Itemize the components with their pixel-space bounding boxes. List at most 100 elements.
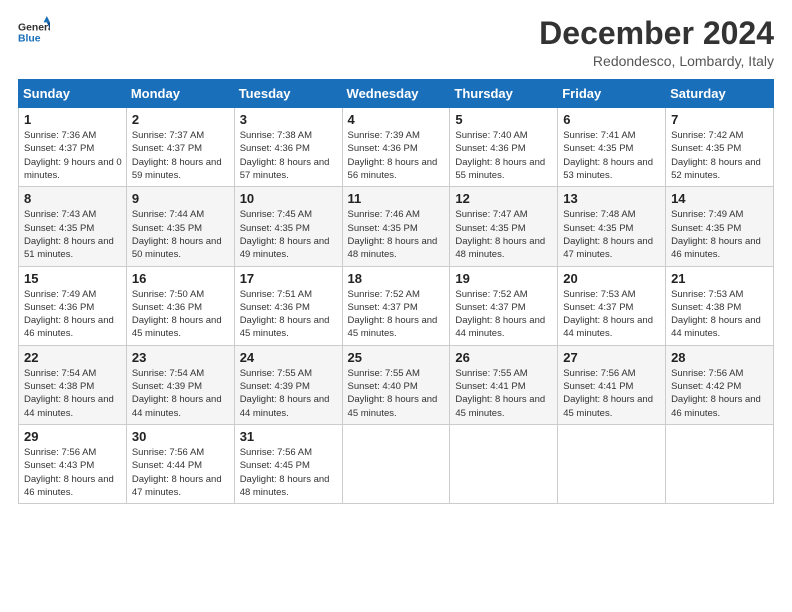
col-header-saturday: Saturday — [666, 80, 774, 108]
day-cell: 25 Sunrise: 7:55 AMSunset: 4:40 PMDaylig… — [342, 345, 450, 424]
day-info: Sunrise: 7:39 AMSunset: 4:36 PMDaylight:… — [348, 130, 438, 181]
day-number: 8 — [24, 191, 122, 206]
day-cell: 17 Sunrise: 7:51 AMSunset: 4:36 PMDaylig… — [234, 266, 342, 345]
day-info: Sunrise: 7:56 AMSunset: 4:43 PMDaylight:… — [24, 447, 114, 498]
week-row-3: 15 Sunrise: 7:49 AMSunset: 4:36 PMDaylig… — [19, 266, 774, 345]
svg-text:Blue: Blue — [18, 34, 41, 45]
day-cell: 3 Sunrise: 7:38 AMSunset: 4:36 PMDayligh… — [234, 108, 342, 187]
day-number: 25 — [348, 350, 446, 365]
day-number: 22 — [24, 350, 122, 365]
day-cell: 7 Sunrise: 7:42 AMSunset: 4:35 PMDayligh… — [666, 108, 774, 187]
day-info: Sunrise: 7:46 AMSunset: 4:35 PMDaylight:… — [348, 209, 438, 260]
day-cell: 23 Sunrise: 7:54 AMSunset: 4:39 PMDaylig… — [126, 345, 234, 424]
day-info: Sunrise: 7:50 AMSunset: 4:36 PMDaylight:… — [132, 289, 222, 340]
day-info: Sunrise: 7:55 AMSunset: 4:40 PMDaylight:… — [348, 368, 438, 419]
day-cell: 4 Sunrise: 7:39 AMSunset: 4:36 PMDayligh… — [342, 108, 450, 187]
day-info: Sunrise: 7:45 AMSunset: 4:35 PMDaylight:… — [240, 209, 330, 260]
day-number: 17 — [240, 271, 338, 286]
day-info: Sunrise: 7:48 AMSunset: 4:35 PMDaylight:… — [563, 209, 653, 260]
svg-text:General: General — [18, 22, 50, 33]
day-info: Sunrise: 7:53 AMSunset: 4:37 PMDaylight:… — [563, 289, 653, 340]
week-row-2: 8 Sunrise: 7:43 AMSunset: 4:35 PMDayligh… — [19, 187, 774, 266]
day-number: 13 — [563, 191, 661, 206]
day-number: 16 — [132, 271, 230, 286]
day-cell: 28 Sunrise: 7:56 AMSunset: 4:42 PMDaylig… — [666, 345, 774, 424]
day-number: 12 — [455, 191, 553, 206]
day-cell: 12 Sunrise: 7:47 AMSunset: 4:35 PMDaylig… — [450, 187, 558, 266]
calendar-title: December 2024 — [539, 16, 774, 51]
day-number: 6 — [563, 112, 661, 127]
day-cell: 15 Sunrise: 7:49 AMSunset: 4:36 PMDaylig… — [19, 266, 127, 345]
logo: General Blue — [18, 16, 50, 48]
day-info: Sunrise: 7:54 AMSunset: 4:38 PMDaylight:… — [24, 368, 114, 419]
day-cell — [342, 424, 450, 503]
day-info: Sunrise: 7:56 AMSunset: 4:45 PMDaylight:… — [240, 447, 330, 498]
day-number: 14 — [671, 191, 769, 206]
day-info: Sunrise: 7:56 AMSunset: 4:42 PMDaylight:… — [671, 368, 761, 419]
day-number: 2 — [132, 112, 230, 127]
day-number: 27 — [563, 350, 661, 365]
day-number: 1 — [24, 112, 122, 127]
day-cell: 5 Sunrise: 7:40 AMSunset: 4:36 PMDayligh… — [450, 108, 558, 187]
day-number: 9 — [132, 191, 230, 206]
day-number: 4 — [348, 112, 446, 127]
day-info: Sunrise: 7:43 AMSunset: 4:35 PMDaylight:… — [24, 209, 114, 260]
day-cell: 19 Sunrise: 7:52 AMSunset: 4:37 PMDaylig… — [450, 266, 558, 345]
day-cell: 10 Sunrise: 7:45 AMSunset: 4:35 PMDaylig… — [234, 187, 342, 266]
day-number: 24 — [240, 350, 338, 365]
day-number: 11 — [348, 191, 446, 206]
week-row-5: 29 Sunrise: 7:56 AMSunset: 4:43 PMDaylig… — [19, 424, 774, 503]
day-info: Sunrise: 7:55 AMSunset: 4:39 PMDaylight:… — [240, 368, 330, 419]
day-number: 7 — [671, 112, 769, 127]
title-block: December 2024 Redondesco, Lombardy, Ital… — [539, 16, 774, 69]
day-cell: 26 Sunrise: 7:55 AMSunset: 4:41 PMDaylig… — [450, 345, 558, 424]
day-info: Sunrise: 7:56 AMSunset: 4:41 PMDaylight:… — [563, 368, 653, 419]
calendar-table: SundayMondayTuesdayWednesdayThursdayFrid… — [18, 79, 774, 504]
day-info: Sunrise: 7:47 AMSunset: 4:35 PMDaylight:… — [455, 209, 545, 260]
calendar-subtitle: Redondesco, Lombardy, Italy — [539, 53, 774, 69]
day-number: 10 — [240, 191, 338, 206]
day-cell: 30 Sunrise: 7:56 AMSunset: 4:44 PMDaylig… — [126, 424, 234, 503]
day-number: 3 — [240, 112, 338, 127]
day-cell: 29 Sunrise: 7:56 AMSunset: 4:43 PMDaylig… — [19, 424, 127, 503]
day-cell: 11 Sunrise: 7:46 AMSunset: 4:35 PMDaylig… — [342, 187, 450, 266]
day-info: Sunrise: 7:52 AMSunset: 4:37 PMDaylight:… — [348, 289, 438, 340]
day-info: Sunrise: 7:49 AMSunset: 4:36 PMDaylight:… — [24, 289, 114, 340]
calendar-page: General Blue December 2024 Redondesco, L… — [0, 0, 792, 612]
day-info: Sunrise: 7:55 AMSunset: 4:41 PMDaylight:… — [455, 368, 545, 419]
day-cell: 8 Sunrise: 7:43 AMSunset: 4:35 PMDayligh… — [19, 187, 127, 266]
day-cell — [450, 424, 558, 503]
day-info: Sunrise: 7:56 AMSunset: 4:44 PMDaylight:… — [132, 447, 222, 498]
day-cell: 14 Sunrise: 7:49 AMSunset: 4:35 PMDaylig… — [666, 187, 774, 266]
day-info: Sunrise: 7:49 AMSunset: 4:35 PMDaylight:… — [671, 209, 761, 260]
day-cell: 6 Sunrise: 7:41 AMSunset: 4:35 PMDayligh… — [558, 108, 666, 187]
day-number: 31 — [240, 429, 338, 444]
col-header-monday: Monday — [126, 80, 234, 108]
day-number: 26 — [455, 350, 553, 365]
day-info: Sunrise: 7:38 AMSunset: 4:36 PMDaylight:… — [240, 130, 330, 181]
day-cell: 27 Sunrise: 7:56 AMSunset: 4:41 PMDaylig… — [558, 345, 666, 424]
day-info: Sunrise: 7:53 AMSunset: 4:38 PMDaylight:… — [671, 289, 761, 340]
col-header-thursday: Thursday — [450, 80, 558, 108]
day-cell: 1 Sunrise: 7:36 AMSunset: 4:37 PMDayligh… — [19, 108, 127, 187]
day-cell: 24 Sunrise: 7:55 AMSunset: 4:39 PMDaylig… — [234, 345, 342, 424]
day-cell: 16 Sunrise: 7:50 AMSunset: 4:36 PMDaylig… — [126, 266, 234, 345]
day-number: 29 — [24, 429, 122, 444]
day-cell: 2 Sunrise: 7:37 AMSunset: 4:37 PMDayligh… — [126, 108, 234, 187]
day-number: 18 — [348, 271, 446, 286]
day-info: Sunrise: 7:41 AMSunset: 4:35 PMDaylight:… — [563, 130, 653, 181]
day-number: 23 — [132, 350, 230, 365]
col-header-sunday: Sunday — [19, 80, 127, 108]
day-number: 28 — [671, 350, 769, 365]
day-cell: 22 Sunrise: 7:54 AMSunset: 4:38 PMDaylig… — [19, 345, 127, 424]
day-number: 30 — [132, 429, 230, 444]
day-cell: 18 Sunrise: 7:52 AMSunset: 4:37 PMDaylig… — [342, 266, 450, 345]
week-row-1: 1 Sunrise: 7:36 AMSunset: 4:37 PMDayligh… — [19, 108, 774, 187]
day-cell: 20 Sunrise: 7:53 AMSunset: 4:37 PMDaylig… — [558, 266, 666, 345]
logo-icon: General Blue — [18, 16, 50, 48]
day-number: 15 — [24, 271, 122, 286]
day-info: Sunrise: 7:40 AMSunset: 4:36 PMDaylight:… — [455, 130, 545, 181]
day-number: 20 — [563, 271, 661, 286]
day-cell — [666, 424, 774, 503]
header: General Blue December 2024 Redondesco, L… — [18, 16, 774, 69]
